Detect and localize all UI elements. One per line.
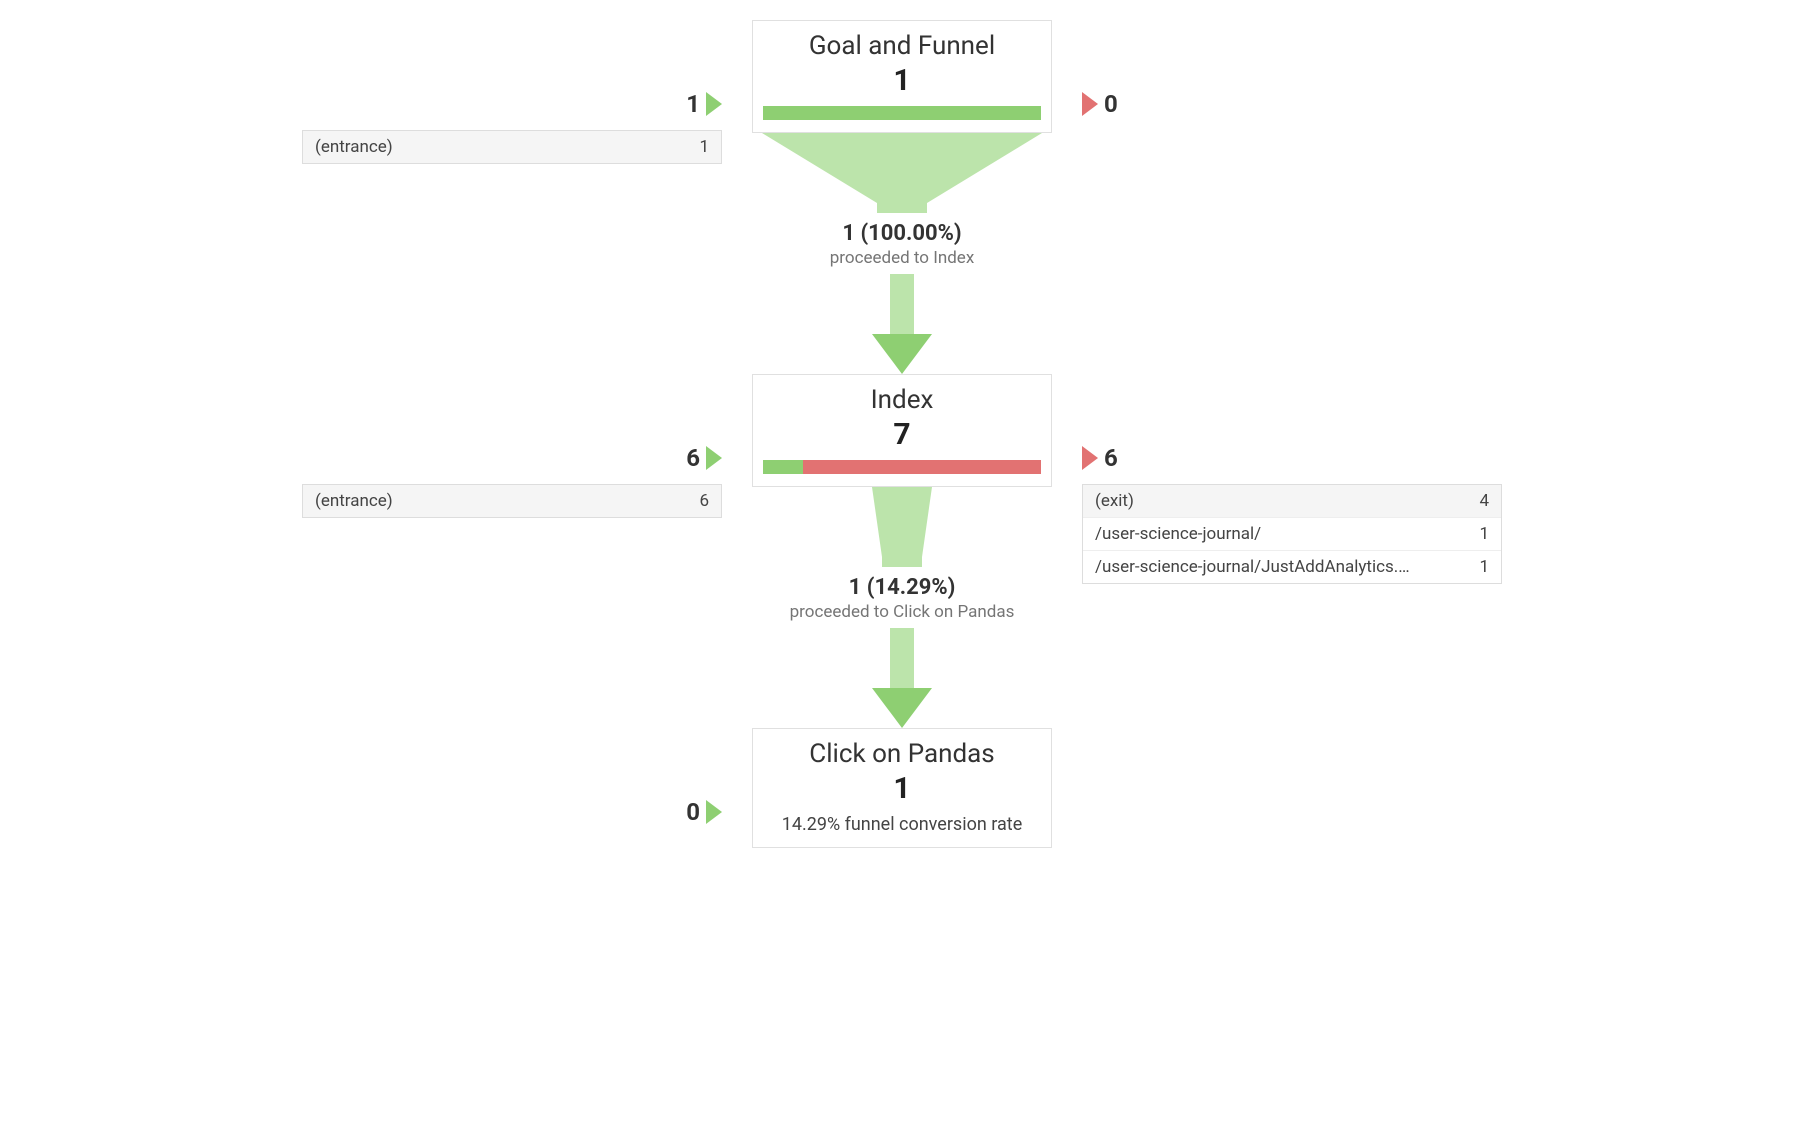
- funnel-step-1: 1 (entrance) 1 Goal and Funnel 1: [252, 20, 1552, 374]
- path-value: 1: [1469, 524, 1489, 544]
- step-count: 1: [763, 771, 1041, 806]
- path-value: 1: [689, 137, 709, 157]
- connector-main-text: 1 (14.29%): [790, 575, 1015, 600]
- step2-in-count: 6: [686, 444, 700, 472]
- step-title: Index: [763, 385, 1041, 415]
- arrow-in-icon: [706, 800, 722, 824]
- arrow-out-icon: [1082, 446, 1098, 470]
- step3-in-count: 0: [686, 798, 700, 826]
- step2-out-count: 6: [1104, 444, 1118, 472]
- step1-inflow: 1: [302, 90, 722, 118]
- funnel-shape-icon: [762, 487, 1042, 567]
- step2-in-paths-table: (entrance) 6: [302, 484, 722, 518]
- step1-out-count: 0: [1104, 90, 1118, 118]
- step-card-click-on-pandas: Click on Pandas 1 14.29% funnel conversi…: [752, 728, 1052, 848]
- conversion-rate-text: 14.29% funnel conversion rate: [763, 814, 1041, 835]
- path-label: /user-science-journal/JustAddAnalytics.…: [1095, 557, 1410, 577]
- path-value: 4: [1469, 491, 1489, 511]
- step1-outflow: 0: [1082, 90, 1118, 118]
- step-count: 7: [763, 417, 1041, 452]
- step2-outflow: 6: [1082, 444, 1502, 472]
- path-label: /user-science-journal/: [1095, 524, 1261, 544]
- funnel-step-2: 6 (entrance) 6 Index 7: [252, 374, 1552, 728]
- funnel-shape-icon: [762, 133, 1042, 213]
- path-value: 1: [1469, 557, 1489, 577]
- path-label: (entrance): [315, 491, 393, 511]
- arrow-in-icon: [706, 92, 722, 116]
- path-value: 6: [689, 491, 709, 511]
- arrow-out-icon: [1082, 92, 1098, 116]
- path-label: (entrance): [315, 137, 393, 157]
- step-count: 1: [763, 63, 1041, 98]
- funnel-connector-2: 1 (14.29%) proceeded to Click on Pandas: [762, 487, 1042, 728]
- path-label: (exit): [1095, 491, 1134, 511]
- step1-in-paths-table: (entrance) 1: [302, 130, 722, 164]
- arrow-down-icon: [872, 628, 932, 728]
- step2-out-paths-table: (exit) 4 /user-science-journal/ 1 /user-…: [1082, 484, 1502, 584]
- table-row[interactable]: (entrance) 6: [303, 485, 721, 517]
- step3-inflow: 0: [686, 798, 722, 826]
- step-card-goal-and-funnel: Goal and Funnel 1: [752, 20, 1052, 133]
- table-row[interactable]: (entrance) 1: [303, 131, 721, 163]
- connector-sub-text: proceeded to Click on Pandas: [790, 602, 1015, 622]
- funnel-connector-1: 1 (100.00%) proceeded to Index: [762, 133, 1042, 374]
- table-row[interactable]: /user-science-journal/ 1: [1083, 518, 1501, 551]
- step-title: Click on Pandas: [763, 739, 1041, 769]
- step1-in-count: 1: [686, 90, 700, 118]
- step-progress-bar: [763, 106, 1041, 120]
- table-row[interactable]: /user-science-journal/JustAddAnalytics.……: [1083, 551, 1501, 583]
- arrow-down-icon: [872, 274, 932, 374]
- connector-sub-text: proceeded to Index: [830, 248, 975, 268]
- step-card-index: Index 7: [752, 374, 1052, 487]
- connector-main-text: 1 (100.00%): [830, 221, 975, 246]
- table-row[interactable]: (exit) 4: [1083, 485, 1501, 518]
- step-progress-bar: [763, 460, 1041, 474]
- step-title: Goal and Funnel: [763, 31, 1041, 61]
- arrow-in-icon: [706, 446, 722, 470]
- funnel-visualization: 1 (entrance) 1 Goal and Funnel 1: [252, 20, 1552, 848]
- funnel-step-3: 0 Click on Pandas 1 14.29% funnel conver…: [252, 728, 1552, 848]
- step2-inflow: 6: [302, 444, 722, 472]
